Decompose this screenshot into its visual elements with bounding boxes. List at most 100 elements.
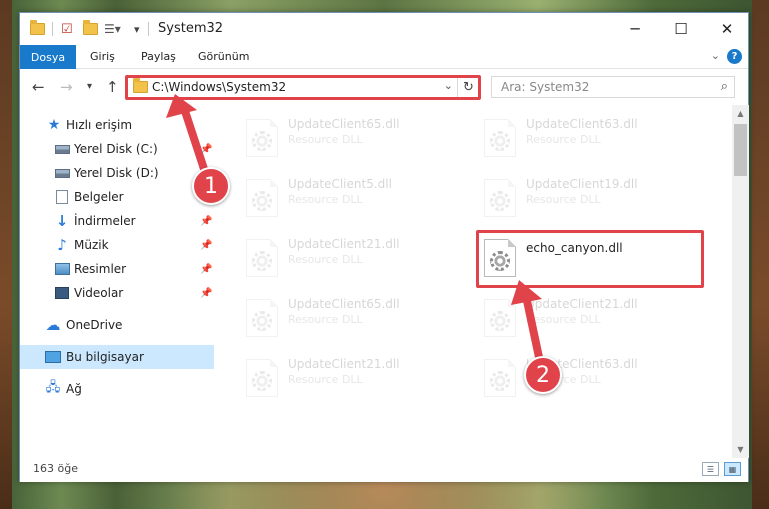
step-1-callout: 1 — [192, 167, 230, 205]
refresh-icon[interactable]: ↻ — [457, 77, 479, 97]
computer-icon — [45, 350, 61, 364]
file-item[interactable]: UpdateClient63.dll Resource DLL — [478, 113, 708, 163]
file-item-echo-canyon[interactable]: echo_canyon.dll — [478, 233, 708, 283]
pin-icon[interactable]: 📌 — [200, 144, 212, 155]
videos-icon — [54, 286, 70, 300]
address-path[interactable]: C:\Windows\System32 — [152, 80, 286, 94]
back-arrow-icon[interactable]: ← — [32, 78, 45, 96]
sidebar-item-videos[interactable]: Videolar 📌 — [20, 281, 214, 305]
file-name: UpdateClient5.dll — [288, 177, 392, 191]
drive-icon — [54, 142, 70, 156]
file-type: Resource DLL — [526, 133, 601, 146]
item-count: 163 öğe — [33, 462, 78, 475]
file-name: UpdateClient21.dll — [288, 357, 400, 371]
file-item[interactable]: UpdateClient65.dll Resource DLL — [240, 293, 470, 343]
navigation-pane: ★ Hızlı erişim Yerel Disk (C:) 📌 Yerel D… — [20, 105, 216, 458]
pin-icon[interactable]: 📌 — [200, 216, 212, 227]
vertical-scrollbar[interactable]: ▲ ▼ — [732, 105, 749, 458]
sidebar-item-pictures[interactable]: Resimler 📌 — [20, 257, 214, 281]
sidebar-item-network[interactable]: 🖧 Ağ — [20, 377, 214, 401]
dll-file-icon — [246, 359, 278, 397]
sidebar-item-documents[interactable]: Belgeler — [20, 185, 214, 209]
scroll-down-icon[interactable]: ▼ — [732, 441, 749, 458]
sidebar-item-downloads[interactable]: ↓ İndirmeler 📌 — [20, 209, 214, 233]
forward-arrow-icon[interactable]: → — [60, 78, 73, 96]
large-icons-view-icon[interactable]: ▦ — [724, 462, 741, 476]
expand-ribbon-chevron-icon[interactable]: ⌄ — [711, 49, 720, 62]
sidebar-item-local-disk-c[interactable]: Yerel Disk (C:) 📌 — [20, 137, 214, 161]
sidebar-item-label: Yerel Disk (C:) — [74, 142, 158, 156]
recent-locations-chevron-icon[interactable]: ▾ — [87, 81, 92, 92]
file-item[interactable]: UpdateClient21.dll Resource DLL — [240, 233, 470, 283]
file-item[interactable]: UpdateClient19.dll Resource DLL — [478, 173, 708, 223]
file-type: Resource DLL — [288, 253, 363, 266]
help-icon[interactable]: ? — [727, 49, 742, 64]
dll-file-icon — [484, 299, 516, 337]
maximize-button[interactable]: ☐ — [658, 13, 704, 45]
download-icon: ↓ — [55, 212, 69, 230]
sidebar-item-onedrive[interactable]: ☁ OneDrive — [20, 313, 214, 337]
folder-icon — [133, 78, 148, 96]
file-name: UpdateClient65.dll — [288, 297, 400, 311]
close-button[interactable]: ✕ — [704, 13, 750, 45]
file-item[interactable]: UpdateClient21.dll Resource DLL — [478, 293, 708, 343]
dll-file-icon — [246, 239, 278, 277]
dll-file-icon — [246, 119, 278, 157]
sidebar-item-this-pc[interactable]: Bu bilgisayar — [20, 345, 214, 369]
step-2-callout: 2 — [524, 356, 562, 394]
file-name: UpdateClient63.dll — [526, 117, 638, 131]
tab-file[interactable]: Dosya — [20, 45, 76, 69]
navigation-bar: ← → ▾ ↑ C:\Windows\System32 ⌄ ↻ Ara: Sys… — [20, 69, 748, 105]
new-folder-icon[interactable] — [83, 20, 98, 38]
drive-icon — [54, 166, 70, 180]
details-view-icon[interactable]: ☰ — [702, 462, 719, 476]
sidebar-item-label: Hızlı erişim — [66, 118, 133, 132]
dll-file-icon — [484, 119, 516, 157]
up-arrow-icon[interactable]: ↑ — [106, 78, 119, 96]
search-placeholder: Ara: System32 — [501, 80, 590, 94]
sidebar-item-label: OneDrive — [66, 318, 123, 332]
divider — [52, 22, 53, 36]
background-tree — [0, 0, 12, 509]
sidebar-item-music[interactable]: ♪ Müzik 📌 — [20, 233, 214, 257]
file-item[interactable]: UpdateClient5.dll Resource DLL — [240, 173, 470, 223]
title-bar: ☑ ☰▾ ▾ System32 ─ ☐ ✕ — [20, 13, 748, 45]
scroll-up-icon[interactable]: ▲ — [732, 105, 749, 122]
chevron-down-icon[interactable]: ▾ — [134, 20, 140, 38]
minimize-button[interactable]: ─ — [612, 13, 658, 45]
pin-icon[interactable]: 📌 — [200, 240, 212, 251]
file-type: Resource DLL — [288, 313, 363, 326]
address-bar[interactable]: C:\Windows\System32 ⌄ ↻ — [126, 76, 480, 98]
file-type: Resource DLL — [526, 193, 601, 206]
sidebar-item-label: Bu bilgisayar — [66, 350, 144, 364]
sidebar-item-label: Müzik — [74, 238, 109, 252]
window-title: System32 — [158, 21, 224, 36]
pin-icon[interactable]: 📌 — [200, 288, 212, 299]
scrollbar-thumb[interactable] — [734, 124, 747, 176]
sidebar-item-label: İndirmeler — [74, 214, 136, 228]
file-item[interactable]: UpdateClient21.dll Resource DLL — [240, 353, 470, 403]
file-type: Resource DLL — [288, 373, 363, 386]
search-input[interactable]: Ara: System32 ⌕ — [491, 76, 735, 98]
file-type: Resource DLL — [288, 133, 363, 146]
network-icon: 🖧 — [45, 380, 61, 395]
address-history-chevron-icon[interactable]: ⌄ — [444, 79, 453, 92]
search-icon[interactable]: ⌕ — [721, 79, 728, 94]
file-explorer-window: ☑ ☰▾ ▾ System32 ─ ☐ ✕ Dosya Giriş Paylaş… — [19, 12, 749, 482]
file-item[interactable]: UpdateClient63.dll Resource DLL — [478, 353, 708, 403]
file-item[interactable]: UpdateClient65.dll Resource DLL — [240, 113, 470, 163]
tab-view[interactable]: Görünüm — [198, 50, 249, 63]
pictures-icon — [54, 262, 70, 276]
customize-toolbar-icon[interactable]: ☰▾ — [104, 20, 121, 38]
file-name: echo_canyon.dll — [526, 241, 623, 255]
dll-file-icon — [484, 359, 516, 397]
sidebar-item-local-disk-d[interactable]: Yerel Disk (D:) — [20, 161, 214, 185]
properties-icon[interactable]: ☑ — [61, 20, 73, 38]
tab-home[interactable]: Giriş — [90, 50, 115, 63]
pin-icon[interactable]: 📌 — [200, 264, 212, 275]
file-name: UpdateClient19.dll — [526, 177, 638, 191]
tab-share[interactable]: Paylaş — [141, 50, 176, 63]
file-type: Resource DLL — [526, 313, 601, 326]
status-bar: 163 öğe ☰ ▦ — [20, 458, 748, 482]
sidebar-item-quick-access[interactable]: ★ Hızlı erişim — [20, 113, 214, 137]
